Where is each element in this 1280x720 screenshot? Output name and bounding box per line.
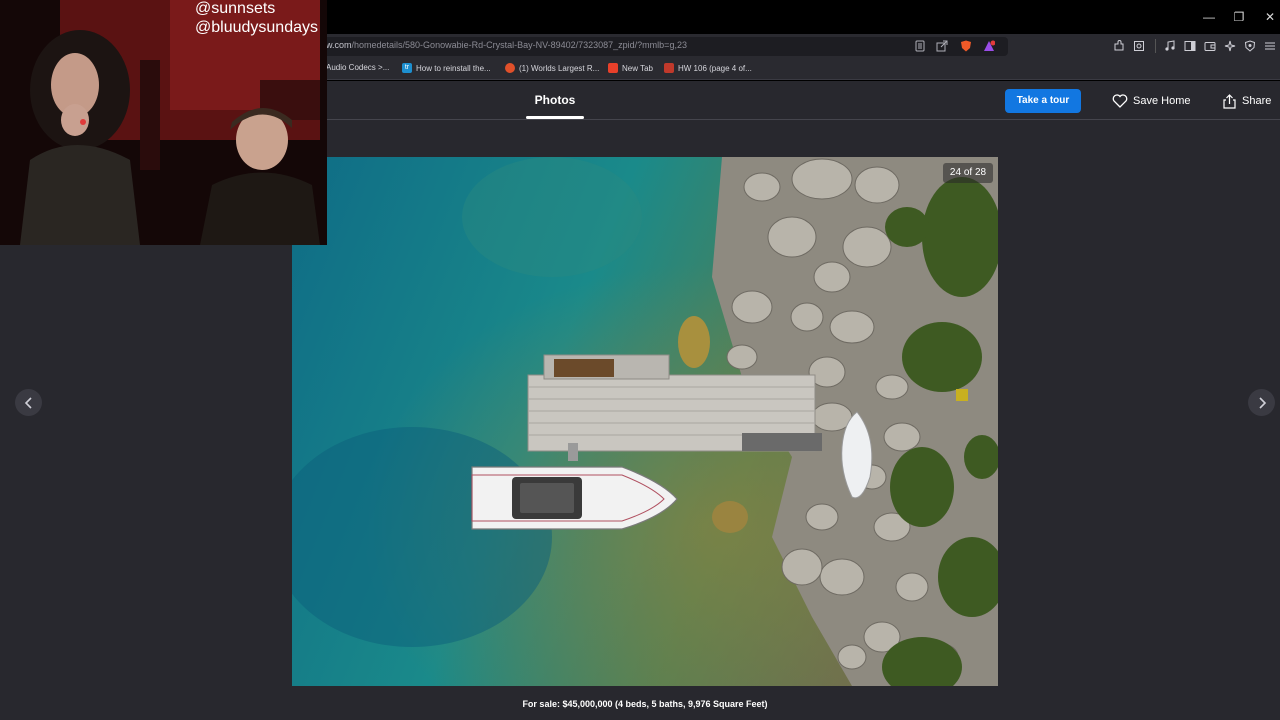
url-text[interactable]: w.com/homedetails/580-Gonowabie-Rd-Cryst… xyxy=(326,40,687,50)
minimize-icon[interactable]: — xyxy=(1200,8,1218,26)
share-button[interactable]: Share xyxy=(1222,92,1271,110)
brave-favicon-icon xyxy=(608,63,618,73)
streamer-handle-2: @bluudysundays xyxy=(195,19,318,36)
streamer-handle-1: @sunnsets xyxy=(195,0,276,17)
bookmark-item[interactable]: Audio Codecs >... xyxy=(326,63,389,72)
webcam-overlay: @sunnsets @bluudysundays xyxy=(0,0,327,245)
tr-favicon-icon: tr xyxy=(402,63,412,73)
bookmark-item[interactable]: tr How to reinstall the... xyxy=(402,63,491,73)
chevron-right-icon xyxy=(1258,396,1266,409)
extensions-icon[interactable] xyxy=(1113,40,1125,52)
take-a-tour-button[interactable]: Take a tour xyxy=(1005,89,1081,113)
reader-mode-icon[interactable] xyxy=(914,40,926,52)
bookmark-item[interactable]: (1) Worlds Largest R... xyxy=(505,63,599,73)
close-icon[interactable]: ✕ xyxy=(1261,8,1279,26)
save-home-label: Save Home xyxy=(1133,95,1191,107)
share-page-icon[interactable] xyxy=(936,40,948,52)
sidebar-icon[interactable] xyxy=(1184,40,1196,52)
document-favicon-icon xyxy=(664,63,674,73)
reddit-favicon-icon xyxy=(505,63,515,73)
aerial-dock-image xyxy=(292,157,998,686)
photo-counter: 24 of 28 xyxy=(943,163,993,183)
music-icon[interactable] xyxy=(1164,40,1176,52)
brave-rewards-icon[interactable] xyxy=(983,40,995,52)
tab-photos[interactable]: Photos xyxy=(526,81,584,119)
listing-caption: For sale: $45,000,000 (4 beds, 5 baths, … xyxy=(522,699,768,709)
chevron-left-icon xyxy=(24,396,32,409)
leo-ai-icon[interactable] xyxy=(1224,40,1236,52)
share-icon xyxy=(1223,93,1236,109)
heart-icon xyxy=(1112,94,1128,108)
property-photo[interactable] xyxy=(292,157,998,686)
brave-shield-icon[interactable] xyxy=(960,40,972,52)
extension-box-icon[interactable] xyxy=(1133,40,1145,52)
bookmark-item[interactable]: New Tab xyxy=(608,63,653,73)
restore-icon[interactable]: ❐ xyxy=(1230,8,1248,26)
vpn-icon[interactable] xyxy=(1244,40,1256,52)
share-label: Share xyxy=(1242,95,1272,107)
bookmark-item[interactable]: HW 106 (page 4 of... xyxy=(664,63,752,73)
next-photo-button[interactable] xyxy=(1248,389,1275,416)
save-home-button[interactable]: Save Home xyxy=(1112,92,1190,110)
menu-icon[interactable] xyxy=(1264,40,1276,52)
previous-photo-button[interactable] xyxy=(15,389,42,416)
wallet-icon[interactable] xyxy=(1204,40,1216,52)
active-tab-indicator xyxy=(526,116,584,119)
